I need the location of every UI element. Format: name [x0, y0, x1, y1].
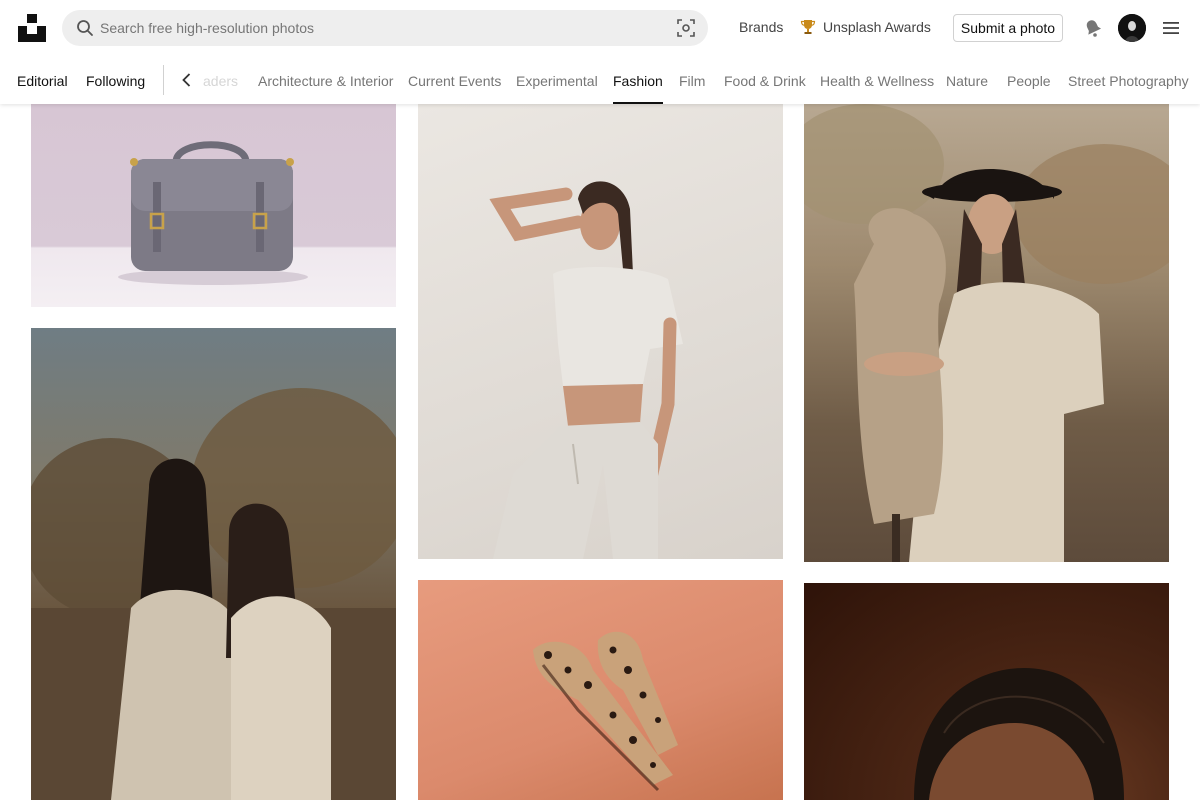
visual-search-icon[interactable]: [677, 19, 695, 37]
tab-health-wellness[interactable]: Health & Wellness: [820, 73, 934, 89]
trophy-icon: [800, 19, 816, 35]
submit-photo-button[interactable]: Submit a photo: [953, 14, 1063, 42]
awards-label: Unsplash Awards: [823, 19, 931, 35]
avatar[interactable]: [1118, 14, 1146, 42]
top-navbar: Brands Unsplash Awards Submit a photo: [0, 0, 1200, 56]
tab-film[interactable]: Film: [679, 73, 705, 89]
tab-wallpapers-partial[interactable]: aders: [203, 73, 238, 89]
photo-card[interactable]: [31, 104, 396, 307]
tab-architecture-interior[interactable]: Architecture & Interior: [258, 73, 393, 89]
search-input[interactable]: [100, 10, 660, 46]
tab-street-photography[interactable]: Street Photography: [1068, 73, 1189, 89]
photo-card[interactable]: [804, 104, 1169, 562]
tab-current-events[interactable]: Current Events: [408, 73, 501, 89]
photo-card[interactable]: [804, 583, 1169, 800]
topic-divider: [163, 65, 164, 95]
search-icon[interactable]: [76, 19, 94, 37]
photo-card[interactable]: [31, 328, 396, 800]
menu-icon[interactable]: [1162, 19, 1180, 37]
tab-experimental[interactable]: Experimental: [516, 73, 598, 89]
tab-fashion[interactable]: Fashion: [613, 73, 663, 104]
tab-editorial[interactable]: Editorial: [17, 73, 68, 89]
tab-food-drink[interactable]: Food & Drink: [724, 73, 806, 89]
brands-link[interactable]: Brands: [739, 19, 783, 35]
awards-link[interactable]: Unsplash Awards: [800, 19, 931, 35]
unsplash-logo-icon[interactable]: [18, 14, 46, 42]
chevron-left-icon[interactable]: [178, 71, 196, 89]
photo-card[interactable]: [418, 580, 783, 800]
tab-following[interactable]: Following: [86, 73, 145, 89]
topic-bar: Editorial Following aders Architecture &…: [0, 56, 1200, 104]
tab-nature[interactable]: Nature: [946, 73, 988, 89]
photo-card[interactable]: [418, 104, 783, 559]
search-bar: [62, 10, 708, 46]
tab-people[interactable]: People: [1007, 73, 1051, 89]
bell-icon[interactable]: [1082, 17, 1104, 39]
